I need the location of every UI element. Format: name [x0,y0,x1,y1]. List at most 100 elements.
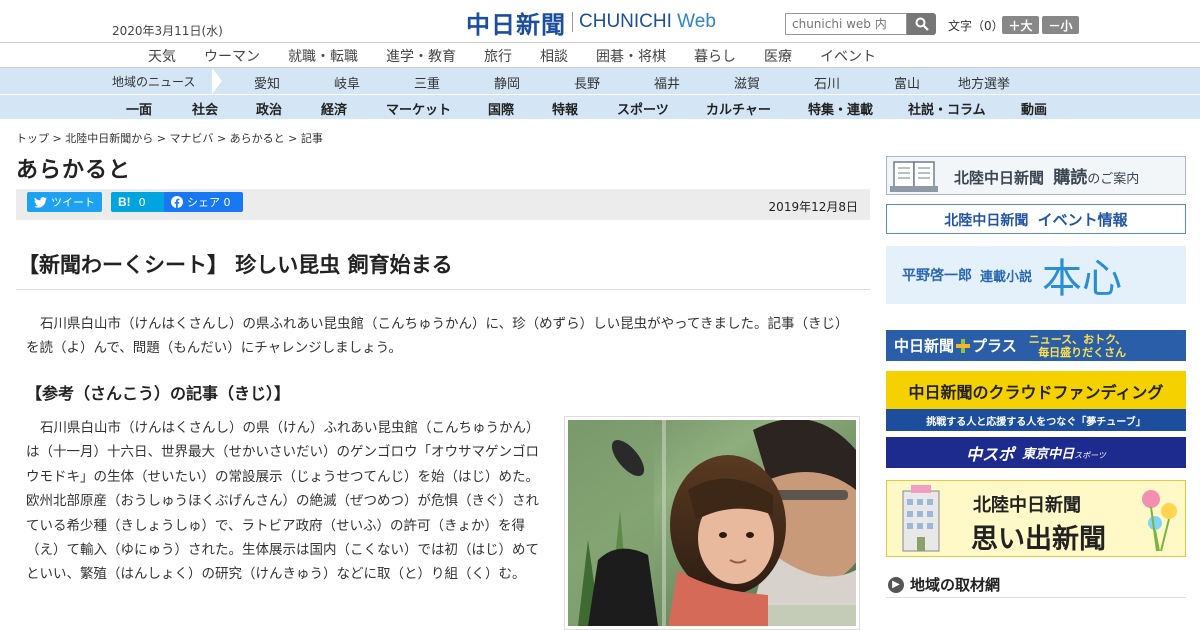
hatena-count: 0 [138,195,146,209]
nav-item-woman[interactable]: ウーマン [204,46,260,66]
category-item-special-report[interactable]: 特報 [552,99,578,118]
search-input[interactable] [785,13,907,35]
crowdfunding-banner[interactable]: 中日新聞のクラウドファンディング 挑戦する人と応援する人をつなぐ「夢チューブ」 [886,371,1186,431]
nav-item-travel[interactable]: 旅行 [484,46,512,66]
facebook-icon [171,196,183,208]
site-logo[interactable]: 中日新聞 CHUNICHI Web [466,8,716,39]
facebook-share-button[interactable]: シェア 0 [164,192,243,212]
omoide-title: 思い出新聞 [971,524,1106,555]
hatena-bookmark-button[interactable]: B! 0 [111,192,171,212]
omoide-paper-name: 北陸中日新聞 [973,495,1081,516]
hatena-b-icon: B! [118,195,131,209]
facebook-label: シェア 0 [187,196,231,209]
section-title: あらかると [16,158,132,183]
category-item-market[interactable]: マーケット [386,99,451,118]
article-lead: 石川県白山市（けんはくさんし）の県ふれあい昆虫館（こんちゅうかん）に、珍（めずら… [26,316,849,356]
serial-novel-banner[interactable]: 平野啓一郎 連載小説 本心 [886,246,1186,304]
crowdfunding-subtitle: 挑戦する人と応援する人をつなぐ「夢チューブ」 [926,417,1146,428]
font-size-label: 文字（0） [948,19,1004,33]
region-item-fukui[interactable]: 福井 [654,73,680,92]
nav-item-weather[interactable]: 天気 [148,46,176,66]
chuspo-banner[interactable]: 中スポ 東京中日 スポーツ [886,437,1186,468]
main-nav: 天気 ウーマン 就職・転職 進学・教育 旅行 相談 囲碁・将棋 暮らし 医療 イ… [0,42,1200,68]
font-larger-button[interactable]: ＋大 [1002,16,1039,34]
search-button[interactable] [907,13,936,35]
twitter-bird-icon [34,196,47,208]
plus-label: プラス [972,337,1017,355]
photo-child-with-beetle-tank [568,420,856,626]
subscribe-banner[interactable]: 北陸中日新聞 購読のご案内 [886,156,1186,195]
subscribe-suffix: のご案内 [1087,172,1140,187]
nav-item-education[interactable]: 進学・教育 [386,46,456,66]
chevron-right-icon: ▶ [888,576,904,593]
category-item-front[interactable]: 一面 [126,99,152,118]
region-nav-label: 地域のニュース [112,75,196,89]
region-arrow-divider [212,68,222,94]
article-headline: 【新聞わーくシート】 珍しい昆虫 飼育始まる [18,253,453,277]
category-item-economy[interactable]: 経済 [321,99,347,118]
headline-divider [16,289,870,290]
plus-paper-name: 中日新聞 [894,337,955,355]
tweet-button[interactable]: ツイート [27,192,102,212]
article-body: 石川県白山市（けんはくさんし）の県（けん）ふれあい昆虫館（こんちゅうかん）は（十… [26,420,540,583]
crowdfunding-title: 中日新聞のクラウドファンディング [908,383,1164,402]
nav-item-life[interactable]: 暮らし [694,46,736,66]
chuspo-logo: 中スポ [966,444,1015,464]
subscribe-label: 購読 [1053,168,1088,188]
breadcrumb-manabiba[interactable]: マナビバ [169,132,213,145]
breadcrumb: トップ > 北陸中日新聞から > マナビバ > あらかると > 記事 [16,132,323,145]
search-icon [915,17,929,31]
publish-date: 2019年12月8日 [768,200,858,214]
category-item-society[interactable]: 社会 [192,99,218,118]
category-item-video[interactable]: 動画 [1021,99,1047,118]
region-item-toyama[interactable]: 富山 [894,73,920,92]
region-item-local-elections[interactable]: 地方選挙 [958,73,1010,92]
nav-item-event[interactable]: イベント [820,46,876,66]
chunichi-plus-banner[interactable]: 中日新聞 プラス ニュース、おトク、 毎日盛りだくさん [886,330,1186,361]
breadcrumb-hokuriku[interactable]: 北陸中日新聞から [65,132,153,145]
logo-english: CHUNICHI Web [579,11,716,32]
category-item-sports[interactable]: スポーツ [617,99,669,118]
tokyo-chunichi-logo: 東京中日 [1022,447,1075,462]
category-item-world[interactable]: 国際 [488,99,514,118]
region-item-mie[interactable]: 三重 [414,73,440,92]
font-smaller-button[interactable]: －小 [1042,16,1079,34]
region-item-nagano[interactable]: 長野 [574,73,600,92]
breadcrumb-current: 記事 [300,132,323,145]
category-item-culture[interactable]: カルチャー [706,99,771,118]
nav-item-igo[interactable]: 囲碁・将棋 [596,46,666,66]
plus-tagline-1: ニュース、おトク、 [1028,332,1127,346]
logo-japanese: 中日新聞 [466,10,566,39]
plus-icon [956,338,971,353]
breadcrumb-top[interactable]: トップ [16,132,49,145]
tweet-label: ツイート [51,196,95,209]
nav-item-consult[interactable]: 相談 [540,46,568,66]
region-item-shizuoka[interactable]: 静岡 [494,73,520,92]
event-info-banner[interactable]: 北陸中日新聞 イベント情報 [886,204,1186,234]
breadcrumb-alacarte[interactable]: あらかると [230,132,285,145]
category-item-politics[interactable]: 政治 [256,99,282,118]
plus-tagline-2: 毎日盛りだくさん [1038,345,1127,359]
nav-item-medical[interactable]: 医療 [764,46,792,66]
event-label: イベント情報 [1037,210,1128,229]
region-item-ishikawa[interactable]: 石川 [814,73,840,92]
article-photo[interactable] [564,416,860,630]
flowers-icon [1142,490,1177,552]
building-illustration-icon [902,485,940,552]
region-item-aichi[interactable]: 愛知 [254,73,280,92]
category-item-features[interactable]: 特集・連載 [808,99,873,118]
category-item-editorial[interactable]: 社説・コラム [908,99,986,118]
event-paper-name: 北陸中日新聞 [944,212,1029,229]
omoide-shimbun-banner[interactable]: 北陸中日新聞 思い出新聞 [886,480,1186,557]
category-nav: 一面 社会 政治 経済 マーケット 国際 特報 スポーツ カルチャー 特集・連載… [0,95,1200,119]
region-item-gifu[interactable]: 岐阜 [334,73,360,92]
share-bar: ツイート B! 0 シェア 0 2019年12月8日 [16,189,870,220]
newspaper-icon [890,160,938,192]
subscribe-paper-name: 北陸中日新聞 [954,169,1045,187]
local-network-heading[interactable]: ▶ 地域の取材網 [886,572,1186,598]
site-header: 2020年3月11日(水) 中日新聞 CHUNICHI Web 文字（0） ＋大… [0,0,1200,42]
region-nav: 地域のニュース 愛知 岐阜 三重 静岡 長野 福井 滋賀 石川 富山 地方選挙 [0,68,1200,95]
nav-item-jobs[interactable]: 就職・転職 [288,46,358,66]
region-item-shiga[interactable]: 滋賀 [734,73,760,92]
article-subhead: 【参考（さんこう）の記事（きじ）】 [26,384,291,403]
